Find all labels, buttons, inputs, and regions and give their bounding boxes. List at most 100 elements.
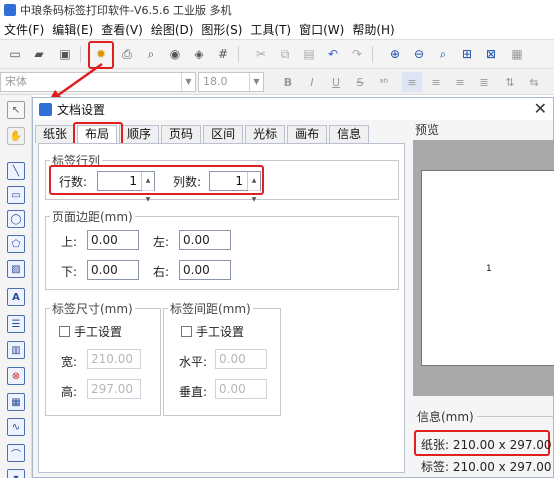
app-icon [4, 3, 16, 16]
strikethrough-icon[interactable]: S [350, 72, 370, 92]
curve-tool-icon[interactable]: ∿ [7, 418, 25, 436]
gap-manual-checkbox[interactable] [181, 326, 192, 337]
size-manual-checkbox[interactable] [59, 326, 70, 337]
rows-label: 行数: [59, 175, 88, 189]
info-label-size: 标签: 210.00 x 297.00 [421, 460, 552, 474]
tab-page-number[interactable]: 页码 [161, 125, 202, 143]
menu-window[interactable]: 窗口(W) [299, 21, 344, 38]
title-bar: 中琅条码标签打印软件-V6.5.6 工业版 多机 [0, 0, 554, 19]
chevron-down-icon: ▼ [181, 73, 195, 91]
width-label: 宽: [61, 355, 78, 369]
qrcode-tool-icon[interactable]: ▦ [7, 393, 25, 411]
shape-tool-icon[interactable]: ⊗ [7, 367, 25, 385]
undo-icon[interactable]: ↶ [324, 45, 342, 63]
toolbar-more-icon[interactable]: ▦ [508, 45, 526, 63]
menu-file[interactable]: 文件(F) [4, 21, 44, 38]
document-settings-dialog: 文档设置 ✕ 纸张 布局 顺序 页码 区间 光标 画布 信息 标签行列 行数: … [32, 97, 554, 478]
align-justify-icon[interactable]: ≣ [474, 72, 494, 92]
data-source-icon[interactable]: ◈ [190, 45, 208, 63]
align-center-icon[interactable]: ≡ [426, 72, 446, 92]
spin-down-icon[interactable]: ▼ [142, 190, 154, 209]
tab-paper[interactable]: 纸张 [35, 125, 76, 143]
cols-label: 列数: [173, 175, 202, 189]
polygon-tool-icon[interactable]: ⬠ [7, 235, 25, 253]
fit-page-icon[interactable]: ⊞ [458, 45, 476, 63]
grid-icon[interactable]: # [214, 45, 232, 63]
menu-tools[interactable]: 工具(T) [250, 21, 291, 38]
new-document-icon[interactable]: ▭ [6, 45, 24, 63]
layout-panel: 标签行列 行数: 1 ▲ ▼ 列数: 1 ▲ ▼ 页面边距(mm) 上: 0.00 … [38, 143, 405, 473]
bold-icon[interactable]: B [278, 72, 298, 92]
ellipse-tool-icon[interactable]: ◯ [7, 210, 25, 228]
left-margin-field[interactable]: 0.00 [179, 230, 231, 250]
zoom-in-icon[interactable]: ⊕ [386, 45, 404, 63]
copy-icon[interactable]: ⧉ [276, 45, 294, 63]
line-spacing-icon[interactable]: ⇅ [500, 72, 520, 92]
menu-view[interactable]: 查看(V) [101, 21, 143, 38]
width-field[interactable]: 210.00 [87, 349, 141, 369]
top-margin-label: 上: [61, 235, 78, 249]
menu-help[interactable]: 帮助(H) [352, 21, 394, 38]
spin-up-icon[interactable]: ▲ [142, 172, 154, 190]
cut-icon[interactable]: ✂ [252, 45, 270, 63]
tab-range[interactable]: 区间 [203, 125, 244, 143]
arc-tool-icon[interactable]: ⌒ [7, 444, 25, 462]
print-preview-icon[interactable]: ⌕ [142, 45, 160, 63]
settings-icon [39, 102, 52, 116]
paste-icon[interactable]: ▤ [300, 45, 318, 63]
italic-icon[interactable]: I [302, 72, 322, 92]
preview-area: 1 [413, 140, 554, 396]
barcode-tool-icon[interactable]: ▥ [7, 341, 25, 359]
height-label: 高: [61, 385, 78, 399]
preview-page: 1 [421, 170, 554, 366]
fit-width-icon[interactable]: ⊠ [482, 45, 500, 63]
rows-stepper[interactable]: 1 ▲ ▼ [97, 171, 155, 203]
cols-stepper[interactable]: 1 ▲ ▼ [209, 171, 261, 203]
menu-edit[interactable]: 编辑(E) [52, 21, 93, 38]
bottom-margin-label: 下: [61, 265, 78, 279]
select-pointer-icon[interactable]: ↖ [7, 101, 25, 119]
tab-cursor[interactable]: 光标 [245, 125, 286, 143]
line-tool-icon[interactable]: ╲ [7, 162, 25, 180]
align-right-icon[interactable]: ≡ [450, 72, 470, 92]
char-spacing-icon[interactable]: ⇆ [524, 72, 544, 92]
dialog-title: 文档设置 [57, 102, 106, 117]
menu-bar: 文件(F) 编辑(E) 查看(V) 绘图(D) 图形(S) 工具(T) 窗口(W… [0, 19, 554, 39]
database-icon[interactable]: ◉ [166, 45, 184, 63]
right-margin-field[interactable]: 0.00 [179, 260, 231, 280]
rich-text-tool-icon[interactable]: ☰ [7, 315, 25, 333]
zoom-icon[interactable]: ⌕ [434, 45, 452, 63]
close-icon[interactable]: ✕ [534, 99, 547, 118]
underline-icon[interactable]: U [326, 72, 346, 92]
image-tool-icon[interactable]: ▨ [7, 260, 25, 278]
info-paper-size: 纸张: 210.00 x 297.00 [421, 438, 552, 452]
top-margin-field[interactable]: 0.00 [87, 230, 139, 250]
margins-title: 页面边距(mm) [52, 210, 133, 224]
vertical-gap-field[interactable]: 0.00 [215, 379, 267, 399]
font-size-select[interactable]: 18.0 ▼ [198, 72, 264, 92]
tab-canvas[interactable]: 画布 [287, 125, 328, 143]
menu-draw[interactable]: 绘图(D) [151, 21, 194, 38]
print-icon[interactable]: ⎙ [118, 45, 136, 63]
align-left-icon[interactable]: ≡ [402, 72, 422, 92]
right-margin-label: 右: [153, 265, 170, 279]
redo-icon[interactable]: ↷ [348, 45, 366, 63]
horizontal-gap-field[interactable]: 0.00 [215, 349, 267, 369]
vertical-gap-label: 垂直: [179, 385, 208, 399]
zoom-out-icon[interactable]: ⊖ [410, 45, 428, 63]
bottom-margin-field[interactable]: 0.00 [87, 260, 139, 280]
more-tools-icon[interactable]: ▾ [7, 469, 25, 478]
spin-up-icon[interactable]: ▲ [248, 172, 260, 190]
app-title: 中琅条码标签打印软件-V6.5.6 工业版 多机 [20, 3, 232, 17]
text-tool-icon[interactable]: A [7, 288, 25, 306]
dialog-title-bar: 文档设置 ✕ [33, 98, 553, 120]
menu-shape[interactable]: 图形(S) [201, 21, 242, 38]
pan-icon[interactable]: ✋ [7, 127, 25, 145]
tab-order[interactable]: 顺序 [119, 125, 160, 143]
text-effect-icon[interactable]: ᵃᵇ [374, 72, 394, 92]
height-field[interactable]: 297.00 [87, 379, 141, 399]
rectangle-tool-icon[interactable]: ▭ [7, 186, 25, 204]
spin-down-icon[interactable]: ▼ [248, 190, 260, 209]
tab-info[interactable]: 信息 [329, 125, 370, 143]
chevron-down-icon: ▼ [249, 73, 263, 91]
